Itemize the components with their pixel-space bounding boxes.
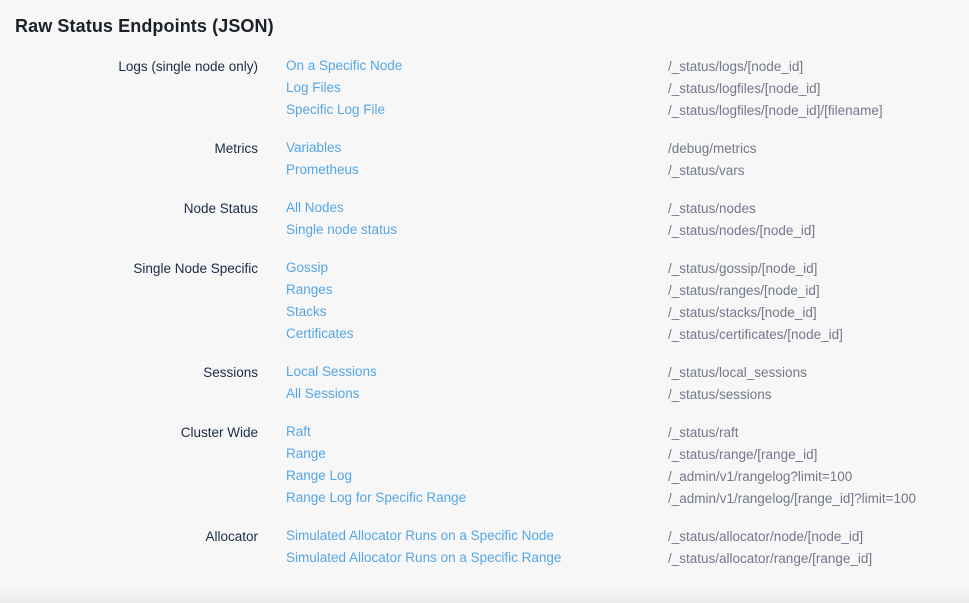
raw-status-endpoints-page: Raw Status Endpoints (JSON) Logs (single… bbox=[0, 0, 969, 569]
category-label: Single Node Specific bbox=[15, 261, 258, 276]
endpoint-path: /_status/range/[range_id] bbox=[668, 447, 969, 462]
endpoint-link[interactable]: On a Specific Node bbox=[286, 58, 402, 73]
endpoint-path: /_admin/v1/rangelog?limit=100 bbox=[668, 469, 969, 484]
endpoint-link[interactable]: Range Log bbox=[286, 468, 352, 483]
endpoint-path: /_status/logfiles/[node_id] bbox=[668, 81, 969, 96]
endpoint-link[interactable]: Gossip bbox=[286, 260, 328, 275]
endpoint-row: Specific Log File /_status/logfiles/[node… bbox=[15, 99, 969, 121]
endpoint-link-cell: Range Log for Specific Range bbox=[286, 489, 640, 507]
endpoint-row: Log Files /_status/logfiles/[node_id] bbox=[15, 77, 969, 99]
endpoint-path: /_status/local_sessions bbox=[668, 365, 969, 380]
endpoint-group: Single Node Specific Gossip /_status/gossi… bbox=[15, 257, 969, 345]
endpoint-link-cell: Simulated Allocator Runs on a Specific R… bbox=[286, 549, 640, 567]
endpoint-row: Cluster Wide Raft /_status/raft bbox=[15, 421, 969, 443]
endpoint-path: /_status/allocator/node/[node_id] bbox=[668, 529, 969, 544]
endpoint-path: /_status/stacks/[node_id] bbox=[668, 305, 969, 320]
endpoint-row: Prometheus /_status/vars bbox=[15, 159, 969, 181]
endpoint-link-cell: Raft bbox=[286, 423, 640, 441]
endpoint-link[interactable]: Specific Log File bbox=[286, 102, 385, 117]
endpoint-link[interactable]: All Sessions bbox=[286, 386, 360, 401]
endpoint-path: /_status/nodes bbox=[668, 201, 969, 216]
endpoint-link-cell: Simulated Allocator Runs on a Specific N… bbox=[286, 527, 640, 545]
endpoint-path: /_status/vars bbox=[668, 163, 969, 178]
endpoint-link-cell: Log Files bbox=[286, 79, 640, 97]
endpoint-row: Ranges /_status/ranges/[node_id] bbox=[15, 279, 969, 301]
endpoint-row: Logs (single node only) On a Specific Nod… bbox=[15, 55, 969, 77]
endpoint-link-cell: Range bbox=[286, 445, 640, 463]
endpoint-link-cell: On a Specific Node bbox=[286, 57, 640, 75]
endpoint-row: Allocator Simulated Allocator Runs on a S… bbox=[15, 525, 969, 547]
endpoint-group: Metrics Variables/debug/metrics Prometheus… bbox=[15, 137, 969, 181]
endpoint-link-cell: Variables bbox=[286, 139, 640, 157]
category-label: Sessions bbox=[15, 365, 258, 380]
endpoint-group: Cluster Wide Raft /_status/raft Range /_stat… bbox=[15, 421, 969, 509]
endpoint-link[interactable]: Local Sessions bbox=[286, 364, 377, 379]
endpoint-path: /_status/gossip/[node_id] bbox=[668, 261, 969, 276]
endpoint-group: Node Status All Nodes /_status/nodes Single… bbox=[15, 197, 969, 241]
endpoint-group: Allocator Simulated Allocator Runs on a S… bbox=[15, 525, 969, 569]
endpoint-row: Range Log for Specific Range /_admin/v1/r… bbox=[15, 487, 969, 509]
endpoint-link-cell: Gossip bbox=[286, 259, 640, 277]
endpoint-link-cell: All Sessions bbox=[286, 385, 640, 403]
endpoint-path: /_status/raft bbox=[668, 425, 969, 440]
endpoint-path: /_status/sessions bbox=[668, 387, 969, 402]
endpoint-row: All Sessions /_status/sessions bbox=[15, 383, 969, 405]
category-label: Cluster Wide bbox=[15, 425, 258, 440]
endpoint-group: Sessions Local Sessions /_status/local_ses… bbox=[15, 361, 969, 405]
endpoint-row: Single Node Specific Gossip /_status/gossi… bbox=[15, 257, 969, 279]
endpoint-path: /_status/logs/[node_id] bbox=[668, 59, 969, 74]
endpoint-link[interactable]: Log Files bbox=[286, 80, 341, 95]
endpoint-row: Metrics Variables/debug/metrics bbox=[15, 137, 969, 159]
endpoint-row: Simulated Allocator Runs on a Specific R… bbox=[15, 547, 969, 569]
endpoint-link[interactable]: Prometheus bbox=[286, 162, 359, 177]
endpoint-row: Certificates /_status/certificates/[node_… bbox=[15, 323, 969, 345]
endpoint-link[interactable]: Range Log for Specific Range bbox=[286, 490, 466, 505]
endpoint-path: /_status/logfiles/[node_id]/[filename] bbox=[668, 103, 969, 118]
endpoint-link-cell: Local Sessions bbox=[286, 363, 640, 381]
page-title: Raw Status Endpoints (JSON) bbox=[15, 13, 969, 39]
endpoint-path: /debug/metrics bbox=[668, 141, 969, 156]
endpoint-link-cell: Certificates bbox=[286, 325, 640, 343]
category-label: Metrics bbox=[15, 141, 258, 156]
endpoint-link[interactable]: Certificates bbox=[286, 326, 354, 341]
category-label: Allocator bbox=[15, 529, 258, 544]
endpoint-link[interactable]: Single node status bbox=[286, 222, 397, 237]
endpoint-link[interactable]: Range bbox=[286, 446, 326, 461]
endpoint-group: Logs (single node only) On a Specific Nod… bbox=[15, 55, 969, 121]
endpoint-row: Range /_status/range/[range_id] bbox=[15, 443, 969, 465]
endpoint-path: /_status/allocator/range/[range_id] bbox=[668, 551, 969, 566]
endpoint-row: Range Log /_admin/v1/rangelog?limit=100 bbox=[15, 465, 969, 487]
endpoint-row: Node Status All Nodes /_status/nodes bbox=[15, 197, 969, 219]
endpoint-link[interactable]: Simulated Allocator Runs on a Specific R… bbox=[286, 550, 561, 565]
endpoint-link[interactable]: Variables bbox=[286, 140, 341, 155]
endpoint-link[interactable]: Ranges bbox=[286, 282, 333, 297]
endpoint-table: Logs (single node only) On a Specific Nod… bbox=[15, 55, 969, 569]
category-label: Node Status bbox=[15, 201, 258, 216]
endpoint-row: Sessions Local Sessions /_status/local_ses… bbox=[15, 361, 969, 383]
endpoint-row: Stacks /_status/stacks/[node_id] bbox=[15, 301, 969, 323]
endpoint-path: /_status/ranges/[node_id] bbox=[668, 283, 969, 298]
endpoint-path: /_status/certificates/[node_id] bbox=[668, 327, 969, 342]
endpoint-link[interactable]: Simulated Allocator Runs on a Specific N… bbox=[286, 528, 554, 543]
endpoint-link-cell: Range Log bbox=[286, 467, 640, 485]
endpoint-path: /_status/nodes/[node_id] bbox=[668, 223, 969, 238]
endpoint-link[interactable]: Stacks bbox=[286, 304, 327, 319]
category-label: Logs (single node only) bbox=[15, 59, 258, 74]
endpoint-link-cell: All Nodes bbox=[286, 199, 640, 217]
endpoint-link-cell: Ranges bbox=[286, 281, 640, 299]
endpoint-link[interactable]: All Nodes bbox=[286, 200, 344, 215]
endpoint-link-cell: Specific Log File bbox=[286, 101, 640, 119]
endpoint-link-cell: Stacks bbox=[286, 303, 640, 321]
endpoint-link-cell: Single node status bbox=[286, 221, 640, 239]
endpoint-path: /_admin/v1/rangelog/[range_id]?limit=100 bbox=[668, 491, 969, 506]
endpoint-row: Single node status /_status/nodes/[node_i… bbox=[15, 219, 969, 241]
endpoint-link[interactable]: Raft bbox=[286, 424, 311, 439]
endpoint-link-cell: Prometheus bbox=[286, 161, 640, 179]
